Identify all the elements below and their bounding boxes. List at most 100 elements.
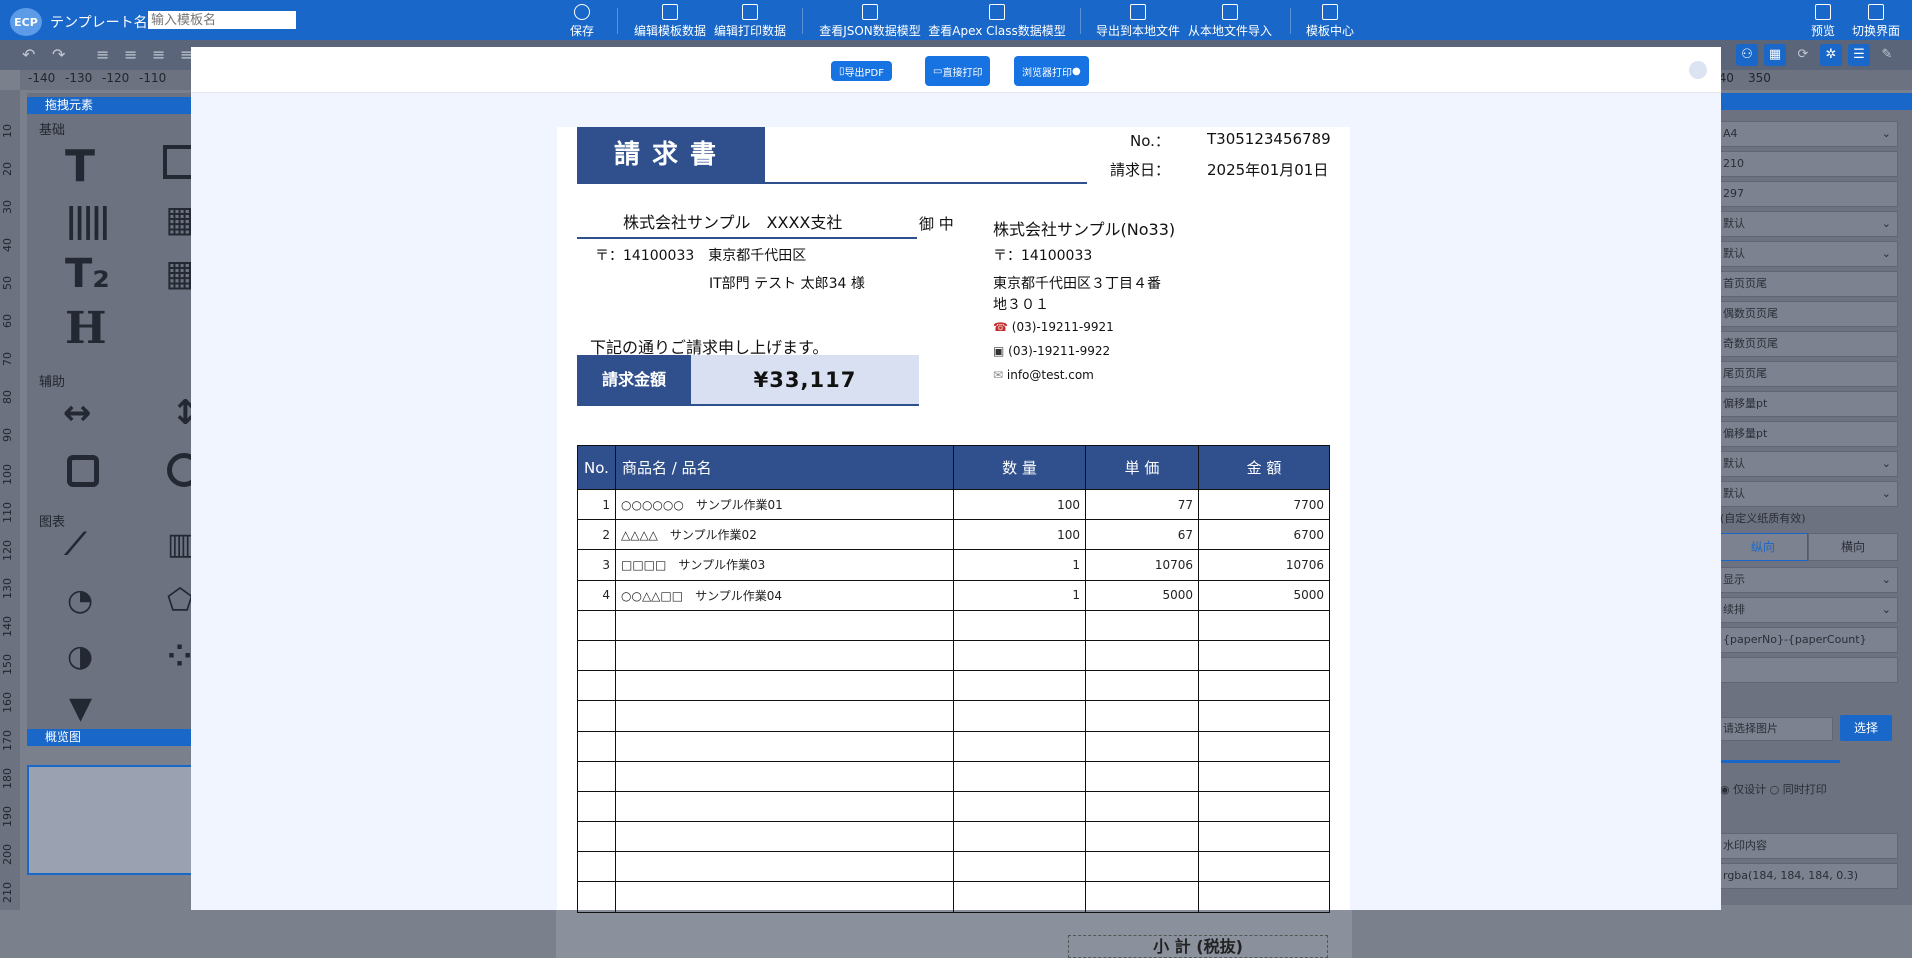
overview-thumbnail[interactable] xyxy=(27,765,197,875)
save-button[interactable]: 保存 xyxy=(564,2,600,40)
empty-cell xyxy=(1085,639,1199,672)
edit-print-data-button[interactable]: 编辑打印数据 xyxy=(712,2,788,40)
default-select-2[interactable]: 默认 ⌄ xyxy=(1718,241,1898,267)
preview-button[interactable]: 预览 xyxy=(1808,2,1838,40)
empty-cell xyxy=(577,821,616,853)
display-select[interactable]: 显示 ⌄ xyxy=(1718,567,1898,593)
import-local-button[interactable]: 从本地文件导入 xyxy=(1186,2,1274,40)
barcode-element-icon[interactable]: ||||| xyxy=(65,201,111,241)
edit-icon xyxy=(662,4,678,20)
cell-qty: 1 xyxy=(953,549,1086,581)
grid-icon[interactable]: ▦ xyxy=(1764,44,1786,66)
cell-amount: 6700 xyxy=(1198,519,1330,551)
title-underline xyxy=(577,182,1087,184)
customer-underline xyxy=(577,237,917,239)
default-select-1[interactable]: 默认 ⌄ xyxy=(1718,211,1898,237)
html-element-icon[interactable]: H xyxy=(65,303,107,354)
invoice-no-label: No.： xyxy=(1130,132,1170,150)
view-json-model-button[interactable]: 查看JSON数据模型 xyxy=(816,2,924,40)
scatter-chart-icon[interactable]: ⁘ xyxy=(167,639,192,674)
offset-input-1[interactable]: 偏移量pt xyxy=(1718,391,1898,417)
undo-icon[interactable]: ↶ xyxy=(22,45,35,64)
offset-input-2[interactable]: 偏移量pt xyxy=(1718,421,1898,447)
select-image-button[interactable]: 选择 xyxy=(1840,715,1892,741)
invoice-date-label: 請求日： xyxy=(1110,161,1171,179)
text-element-icon[interactable]: T xyxy=(65,141,95,192)
long-text-element-icon[interactable]: T₂ xyxy=(65,251,110,297)
settings-icon[interactable]: ☰ xyxy=(1848,44,1870,66)
pie-chart-icon[interactable]: ◔ xyxy=(67,583,93,618)
company-phone: ☎ (03)-19211-9921 xyxy=(993,320,1114,334)
direct-print-button[interactable]: ▭ 直接打印 xyxy=(925,56,991,86)
line-chart-icon[interactable]: ⟋ xyxy=(65,527,86,562)
align-center-icon[interactable]: ≡ xyxy=(124,45,137,64)
template-name-label: テンプレート名 xyxy=(50,15,148,31)
empty-cell xyxy=(615,790,954,823)
group-icon[interactable]: ⚇ xyxy=(1736,44,1758,66)
close-icon[interactable] xyxy=(1689,61,1707,79)
template-center-button[interactable]: 模板中心 xyxy=(1302,2,1358,40)
empty-cell xyxy=(1198,760,1330,792)
odd-page-footer-input[interactable]: 奇数页页尾 xyxy=(1718,331,1898,357)
empty-cell xyxy=(1085,760,1199,792)
empty-cell xyxy=(577,700,616,732)
radar-chart-icon[interactable]: ⬠ xyxy=(167,583,193,618)
brush-icon[interactable]: ✎ xyxy=(1876,44,1898,66)
page-number-format-input[interactable]: {paperNo}-{paperCount} xyxy=(1718,627,1898,653)
rotate-icon[interactable]: ⟳ xyxy=(1792,44,1814,66)
watermark-input[interactable]: 水印内容 xyxy=(1718,833,1898,859)
page-number-color-input[interactable] xyxy=(1718,657,1898,683)
browser-print-button[interactable]: 浏览器打印 ● xyxy=(1014,56,1089,86)
cell-qty: 100 xyxy=(953,519,1086,551)
align-left-icon[interactable]: ≡ xyxy=(96,45,109,64)
amount-value: ¥33,117 xyxy=(691,355,919,405)
even-page-footer-input[interactable]: 偶数页页尾 xyxy=(1718,301,1898,327)
print-also-radio[interactable]: ○ xyxy=(1770,783,1783,796)
paper-height-input[interactable]: 297 xyxy=(1718,181,1898,207)
image-input[interactable]: 请选择图片 xyxy=(1718,717,1833,741)
empty-cell xyxy=(953,851,1086,883)
switch-ui-button[interactable]: 切换界面 xyxy=(1850,2,1902,40)
snowflake-icon[interactable]: ✲ xyxy=(1820,44,1842,66)
empty-table-row xyxy=(577,700,1330,732)
header-item-name: 商品名 / 品名 xyxy=(615,445,954,490)
default-select-3[interactable]: 默认 ⌄ xyxy=(1718,451,1898,477)
paper-type-select[interactable]: A4 ⌄ xyxy=(1718,121,1898,147)
gauge-chart-icon[interactable]: ◑ xyxy=(67,639,93,674)
export-pdf-button[interactable]: ▯ 导出PDF xyxy=(831,61,892,81)
design-only-radio[interactable]: ◉ xyxy=(1720,783,1733,796)
amount-label: 請求金額 xyxy=(577,355,691,405)
empty-cell xyxy=(577,730,616,762)
template-name-input[interactable] xyxy=(148,11,296,29)
funnel-chart-icon[interactable]: ▼ xyxy=(69,691,92,726)
rect-element-icon[interactable] xyxy=(67,455,99,487)
continue-select[interactable]: 续排 ⌄ xyxy=(1718,597,1898,623)
redo-icon[interactable]: ↷ xyxy=(52,45,65,64)
orientation-landscape-button[interactable]: 横向 xyxy=(1808,533,1898,561)
empty-cell xyxy=(1198,851,1330,883)
orientation-portrait-button[interactable]: 纵向 xyxy=(1718,533,1808,561)
company-name: 株式会社サンプル(No33) xyxy=(993,220,1176,239)
last-page-footer-input[interactable]: 尾页页尾 xyxy=(1718,361,1898,387)
default-select-4[interactable]: 默认 ⌄ xyxy=(1718,481,1898,507)
export-local-button[interactable]: 导出到本地文件 xyxy=(1094,2,1182,40)
print-mode-radios[interactable]: ◉ 仅设计 ○ 同时打印 xyxy=(1720,781,1827,797)
invoice-paper: 請求書 No.： T305123456789 請求日： 2025年01月01日 … xyxy=(557,127,1350,913)
table-row: 2 △△△△ サンプル作業02 100 67 6700 xyxy=(577,519,1330,551)
app-logo: ECP xyxy=(10,8,42,36)
edit-template-data-button[interactable]: 编辑模板数据 xyxy=(632,2,708,40)
empty-cell xyxy=(615,760,954,792)
document-icon xyxy=(862,4,878,20)
cell-amount: 10706 xyxy=(1198,549,1330,581)
properties-panel-header xyxy=(1718,93,1912,110)
view-apex-model-button[interactable]: 查看Apex Class数据模型 xyxy=(928,2,1066,40)
switch-icon xyxy=(1868,4,1884,20)
horizontal-line-icon[interactable]: ↔ xyxy=(63,393,92,433)
align-right-icon[interactable]: ≡ xyxy=(152,45,165,64)
first-page-footer-input[interactable]: 首页页尾 xyxy=(1718,271,1898,297)
canvas-bottom xyxy=(0,910,1912,958)
empty-cell xyxy=(615,821,954,853)
watermark-color-input[interactable]: rgba(184, 184, 184, 0.3) xyxy=(1718,863,1898,889)
paper-width-input[interactable]: 210 xyxy=(1718,151,1898,177)
opacity-slider[interactable] xyxy=(1718,760,1840,763)
